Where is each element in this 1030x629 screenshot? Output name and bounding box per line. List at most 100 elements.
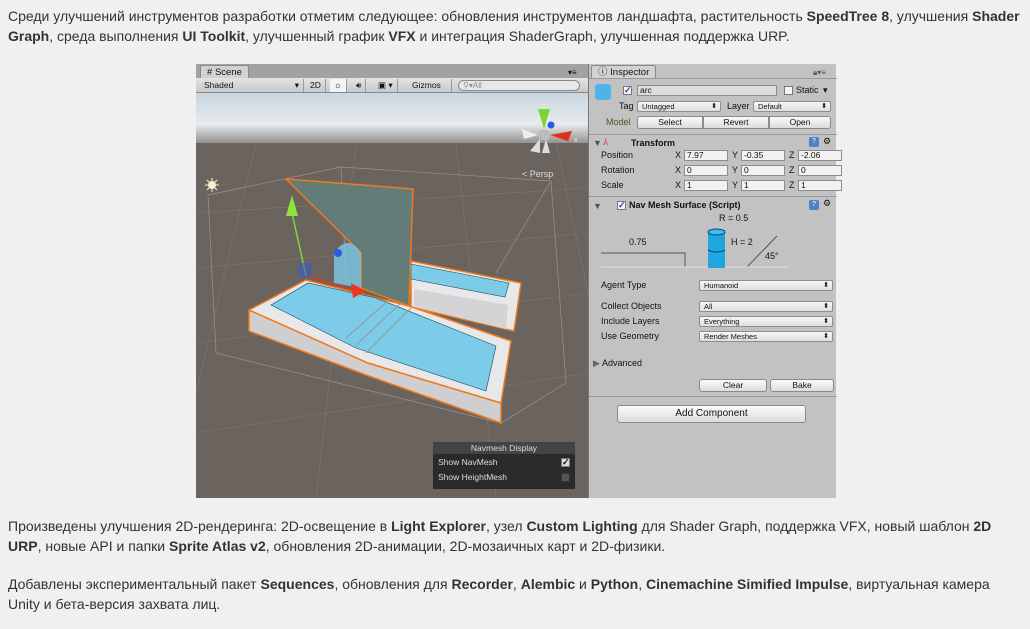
paragraph-1: Среди улучшений инструментов разработки … — [8, 6, 1024, 46]
transform-axes-icon: ⅄ — [603, 137, 609, 147]
inspector-panel: ⓘ Inspector 🔒︎▾≡ ✓ arc Static ▾ Tag Unta… — [588, 64, 842, 498]
settings-gear-icon[interactable]: ⚙ — [823, 198, 831, 209]
help-book-icon[interactable]: ? — [809, 137, 819, 147]
transform-foldout-arrow[interactable]: ▼ — [593, 138, 602, 149]
help-book-icon[interactable]: ? — [809, 200, 819, 210]
axis-y-label: y — [542, 102, 546, 109]
position-y-input[interactable]: -0.35 — [741, 150, 785, 161]
text-run: , среда выполнения — [49, 28, 183, 44]
position-x-input[interactable]: 7.97 — [684, 150, 728, 161]
paragraph-2: Произведены улучшения 2D-рендеринга: 2D-… — [8, 516, 1024, 556]
advanced-foldout[interactable]: Advanced — [602, 358, 642, 369]
scale-x-input[interactable]: 1 — [684, 180, 728, 191]
agent-radius-label: R = 0.5 — [719, 213, 749, 223]
show-navmesh-checkbox[interactable]: ✓ — [561, 458, 570, 467]
text-run: , улучшения — [889, 8, 973, 24]
panel-menu-icon[interactable]: ▾≡ — [568, 68, 577, 77]
tab-inspector[interactable]: ⓘ Inspector — [591, 65, 657, 79]
transform-position-label: Position — [601, 150, 634, 160]
text-run: Добавлены экспериментальный пакет — [8, 576, 261, 592]
gameobject-cube-icon — [595, 84, 611, 100]
grid-icon: # — [207, 67, 213, 78]
bold-term: SpeedTree 8 — [806, 8, 890, 24]
text-run: , новые API и папки — [37, 538, 169, 554]
shading-dropdown[interactable]: Shaded ▾ — [200, 79, 304, 92]
2d-toggle[interactable]: 2D — [306, 79, 326, 92]
show-navmesh-label: Show NavMesh — [438, 457, 498, 467]
text-run: , — [512, 576, 521, 592]
model-open-button[interactable]: Open — [769, 116, 831, 129]
tag-dropdown[interactable]: Untagged — [637, 101, 721, 112]
axis-label: Y — [732, 150, 739, 160]
effects-image-icon[interactable]: ▣ ▾ — [374, 79, 398, 92]
text-run: Произведены улучшения 2D-рендеринга: 2D-… — [8, 518, 392, 534]
object-name-input[interactable]: arc — [637, 85, 777, 96]
agent-type-label: Agent Type — [601, 280, 647, 290]
static-dropdown-icon[interactable]: ▾ — [823, 85, 828, 96]
persp-label[interactable]: < Persp — [522, 169, 553, 179]
rotation-y-input[interactable]: 0 — [741, 165, 785, 176]
active-checkbox[interactable]: ✓ — [623, 86, 632, 95]
clear-button[interactable]: Clear — [699, 379, 767, 392]
bold-term: Recorder — [451, 576, 513, 592]
lock-icon[interactable]: 🔒︎▾≡ — [813, 68, 826, 78]
collect-objects-dropdown[interactable]: All — [699, 301, 833, 312]
agent-step-label: 0.75 — [629, 237, 647, 247]
scale-y-input[interactable]: 1 — [741, 180, 785, 191]
axis-label: Y — [732, 180, 739, 190]
tab-scene[interactable]: # Scene — [200, 65, 249, 79]
navmesh-display-title: Navmesh Display — [433, 442, 575, 454]
sun-icon — [205, 178, 219, 192]
paragraph-3: Добавлены экспериментальный пакет Sequen… — [8, 574, 1024, 614]
rotation-x-input[interactable]: 0 — [684, 165, 728, 176]
navmesh-enabled-checkbox[interactable]: ✓ — [617, 201, 626, 210]
scene-toolbar: Shaded▾ 2D ☼ 🔊︎ ▣ ▾ Gizmos ▾ ⚲▾All — [196, 78, 588, 103]
rotation-z-input[interactable]: 0 — [798, 165, 842, 176]
bold-term: Light Explorer — [391, 518, 487, 534]
add-component-button[interactable]: Add Component — [617, 405, 806, 423]
static-checkbox[interactable] — [784, 86, 793, 95]
bold-term: Cinemachine Simified Impulse — [646, 576, 849, 592]
audio-toggle-speaker-icon[interactable]: 🔊︎ — [352, 79, 367, 92]
include-layers-dropdown[interactable]: Everything — [699, 316, 833, 327]
position-z-input[interactable]: -2.06 — [798, 150, 842, 161]
agent-height-label: H = 2 — [731, 237, 753, 247]
bake-button[interactable]: Bake — [770, 379, 834, 392]
text-run: и — [575, 576, 591, 592]
text-run: , улучшенный график — [245, 28, 389, 44]
scene-viewport[interactable]: y x < Persp Navmesh Display Show NavMesh… — [196, 93, 588, 498]
text-run: , — [638, 576, 647, 592]
agent-diagram — [601, 228, 789, 268]
static-label: Static — [796, 85, 819, 95]
axis-label: Z — [789, 180, 795, 190]
text-run: , обновления для — [334, 576, 452, 592]
transform-title: Transform — [631, 138, 676, 148]
scene-search-input[interactable]: ⚲▾All — [458, 80, 580, 91]
model-label: Model — [606, 117, 631, 127]
lighting-toggle-sun-icon[interactable]: ☼ — [330, 79, 347, 92]
bold-term: Python — [590, 576, 639, 592]
axis-x-label: x — [574, 137, 578, 144]
settings-gear-icon[interactable]: ⚙ — [823, 136, 831, 147]
model-revert-button[interactable]: Revert — [703, 116, 769, 129]
agent-type-dropdown[interactable]: Humanoid — [699, 280, 833, 291]
advanced-foldout-arrow[interactable]: ▶ — [593, 358, 600, 369]
axis-label: X — [675, 180, 682, 190]
info-icon: ⓘ — [598, 67, 608, 78]
model-select-button[interactable]: Select — [637, 116, 703, 129]
show-heightmesh-checkbox[interactable] — [561, 473, 570, 482]
axis-label: X — [675, 150, 682, 160]
scale-z-input[interactable]: 1 — [798, 180, 842, 191]
use-geometry-dropdown[interactable]: Render Meshes — [699, 331, 833, 342]
axis-label: Z — [789, 150, 795, 160]
include-layers-label: Include Layers — [601, 316, 660, 326]
bold-term: Custom Lighting — [526, 518, 638, 534]
bold-term: Sprite Atlas v2 — [168, 538, 266, 554]
text-run: для Shader Graph, поддержка VFX, новый ш… — [637, 518, 974, 534]
show-heightmesh-label: Show HeightMesh — [438, 472, 507, 482]
gizmos-dropdown[interactable]: Gizmos ▾ — [408, 79, 452, 103]
bold-term: UI Toolkit — [182, 28, 246, 44]
bold-term: Alembic — [520, 576, 576, 592]
layer-dropdown[interactable]: Default — [753, 101, 831, 112]
axis-label: X — [675, 165, 682, 175]
